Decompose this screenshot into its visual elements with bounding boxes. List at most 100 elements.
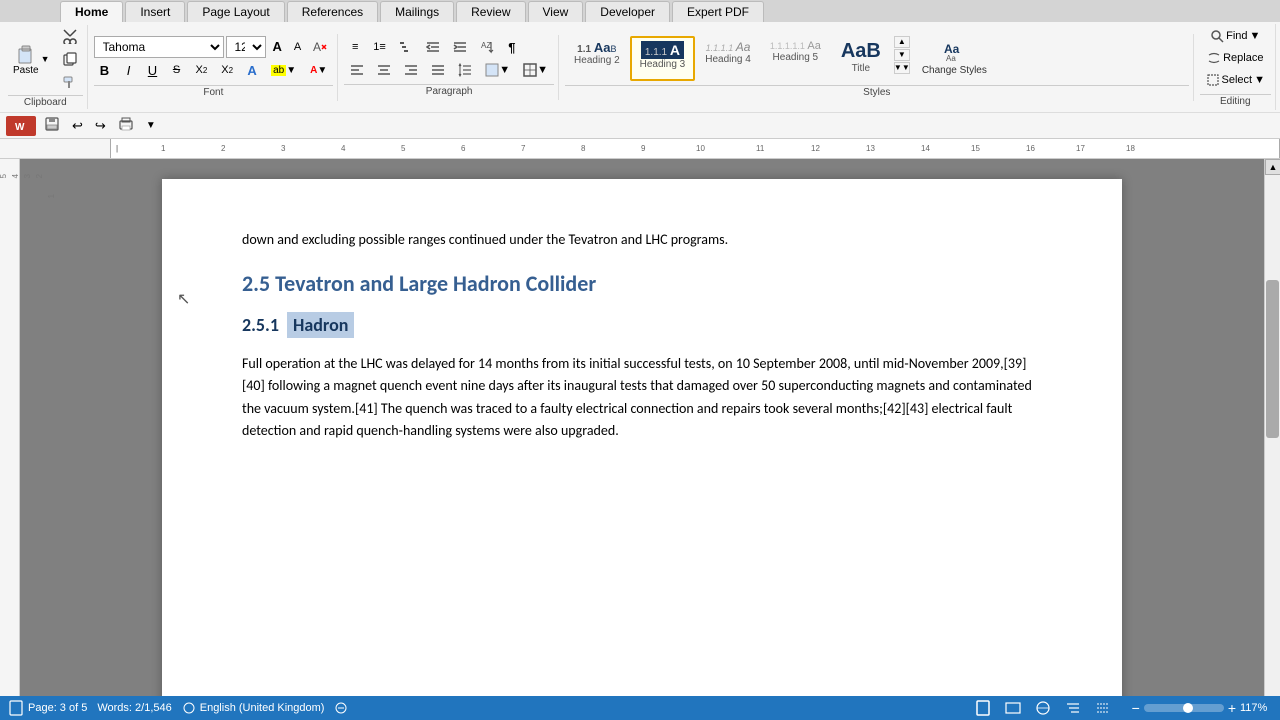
page-icon xyxy=(8,700,24,716)
office-button[interactable]: W xyxy=(6,116,36,136)
styles-scroll-up[interactable]: ▲ xyxy=(894,36,910,48)
save-icon xyxy=(44,116,60,132)
find-button[interactable]: Find ▼ xyxy=(1200,26,1271,46)
ruler: | 1 2 3 4 5 6 7 8 9 10 11 12 13 14 15 16… xyxy=(0,139,1280,159)
cut-button[interactable] xyxy=(57,25,83,47)
ruler-main: | 1 2 3 4 5 6 7 8 9 10 11 12 13 14 15 16… xyxy=(110,139,1280,158)
zoom-slider[interactable] xyxy=(1144,704,1224,712)
paste-dropdown-icon[interactable]: ▼ xyxy=(41,54,50,64)
draft-icon xyxy=(1095,700,1111,716)
editing-label: Editing xyxy=(1200,94,1271,108)
tab-view[interactable]: View xyxy=(528,1,584,22)
change-styles-button[interactable]: Aa Aa Change Styles xyxy=(913,36,996,81)
clear-format-icon: A xyxy=(313,40,327,54)
tab-insert[interactable]: Insert xyxy=(125,1,185,22)
bullets-button[interactable]: ≡ xyxy=(344,38,366,56)
doc-paragraph: Full operation at the LHC was delayed fo… xyxy=(242,353,1042,443)
numbering-button[interactable]: 1≡ xyxy=(367,38,392,56)
tab-review[interactable]: Review xyxy=(456,1,525,22)
view-draft[interactable] xyxy=(1090,697,1116,719)
save-button[interactable] xyxy=(40,115,64,136)
align-left-button[interactable] xyxy=(344,60,370,80)
align-right-button[interactable] xyxy=(398,60,424,80)
view-web-layout[interactable] xyxy=(1030,697,1056,719)
font-size-select[interactable]: 12 xyxy=(226,36,266,58)
change-styles-label: Change Styles xyxy=(922,65,987,76)
paste-button[interactable]: Paste ▼ xyxy=(8,40,55,79)
select-button[interactable]: Select ▼ xyxy=(1200,70,1271,90)
paste-icon xyxy=(15,43,37,65)
styles-scroll-down[interactable]: ▼ xyxy=(894,49,910,61)
zoom-in-button[interactable]: + xyxy=(1228,700,1236,716)
subheading-text: Hadron xyxy=(293,314,348,336)
text-highlight-button[interactable]: ab▼ xyxy=(265,62,302,79)
tab-developer[interactable]: Developer xyxy=(585,1,670,22)
styles-expand[interactable]: ▼▼ xyxy=(894,62,910,74)
view-print-layout[interactable] xyxy=(970,697,996,719)
full-screen-icon xyxy=(1005,700,1021,716)
sort-icon: AZ xyxy=(480,40,494,54)
undo-button[interactable]: ↩ xyxy=(68,117,87,135)
font-name-select[interactable]: Tahoma xyxy=(94,36,224,58)
font-color-button[interactable]: A▼ xyxy=(304,62,333,79)
document-area[interactable]: ↖ down and excluding possible ranges con… xyxy=(20,159,1264,717)
page-status: Page: 3 of 5 xyxy=(8,700,87,716)
status-bar: Page: 3 of 5 Words: 2/1,546 English (Uni… xyxy=(0,696,1280,720)
print-preview-button[interactable] xyxy=(114,115,138,136)
strikethrough-button[interactable]: S xyxy=(166,61,188,79)
view-outline[interactable] xyxy=(1060,697,1086,719)
style-heading4[interactable]: 1.1.1.1 Aa Heading 4 xyxy=(696,36,760,81)
scroll-up-button[interactable]: ▲ xyxy=(1265,159,1280,175)
tab-page-layout[interactable]: Page Layout xyxy=(187,1,284,22)
increase-indent-button[interactable] xyxy=(447,37,473,57)
right-scrollbar: ▲ ▼ xyxy=(1264,159,1280,717)
view-full-screen[interactable] xyxy=(1000,697,1026,719)
redo-button[interactable]: ↪ xyxy=(91,117,110,135)
underline-button[interactable]: U xyxy=(142,60,164,81)
shrink-font-button[interactable]: A xyxy=(289,38,306,56)
style-title[interactable]: AaB Title xyxy=(831,36,891,81)
multilevel-list-button[interactable] xyxy=(393,37,419,57)
copy-button[interactable] xyxy=(57,48,83,70)
decrease-indent-button[interactable] xyxy=(420,37,446,57)
quick-access-toolbar: W ↩ ↪ ▼ xyxy=(0,113,1280,139)
replace-button[interactable]: Replace xyxy=(1200,48,1271,68)
line-spacing-button[interactable] xyxy=(452,60,478,80)
show-formatting-button[interactable]: ¶ xyxy=(501,37,523,58)
tab-mailings[interactable]: Mailings xyxy=(380,1,454,22)
zoom-out-button[interactable]: − xyxy=(1132,700,1140,716)
subscript-button[interactable]: X2 xyxy=(190,61,214,79)
italic-button[interactable]: I xyxy=(118,60,140,81)
outline-icon xyxy=(1065,700,1081,716)
borders-button[interactable]: ▼ xyxy=(517,60,554,80)
print-layout-icon xyxy=(975,700,991,716)
text-effects-button[interactable]: A xyxy=(241,60,263,81)
scroll-thumb[interactable] xyxy=(1266,280,1279,438)
toolbar-dropdown[interactable]: ▼ xyxy=(142,119,160,132)
bold-button[interactable]: B xyxy=(94,60,116,81)
shading-button[interactable]: ▼ xyxy=(479,60,516,80)
justify-button[interactable] xyxy=(425,60,451,80)
style-heading3[interactable]: 1.1.1 A Heading 3 xyxy=(630,36,696,81)
superscript-button[interactable]: X2 xyxy=(215,61,239,79)
align-center-button[interactable] xyxy=(371,60,397,80)
style-heading2[interactable]: 1.1 AaB Heading 2 xyxy=(565,36,629,81)
format-painter-button[interactable] xyxy=(57,71,83,93)
zoom-thumb[interactable] xyxy=(1183,703,1193,713)
document[interactable]: ↖ down and excluding possible ranges con… xyxy=(162,179,1122,717)
clear-format-button[interactable]: A xyxy=(308,37,332,57)
sort-button[interactable]: AZ xyxy=(474,37,500,57)
tab-references[interactable]: References xyxy=(287,1,378,22)
zoom-level: 117% xyxy=(1240,702,1272,714)
scroll-track[interactable] xyxy=(1265,175,1280,701)
replace-label: Replace xyxy=(1223,52,1263,64)
svg-text:W: W xyxy=(15,122,25,133)
cut-icon xyxy=(62,28,78,44)
track-changes-icon xyxy=(334,701,348,715)
replace-icon xyxy=(1207,51,1221,65)
style-heading5[interactable]: 1.1.1.1.1 Aa Heading 5 xyxy=(761,36,830,81)
tab-expert-pdf[interactable]: Expert PDF xyxy=(672,1,764,22)
grow-font-button[interactable]: A xyxy=(268,36,287,57)
clipboard-label: Clipboard xyxy=(8,95,83,109)
tab-home[interactable]: Home xyxy=(60,1,123,22)
